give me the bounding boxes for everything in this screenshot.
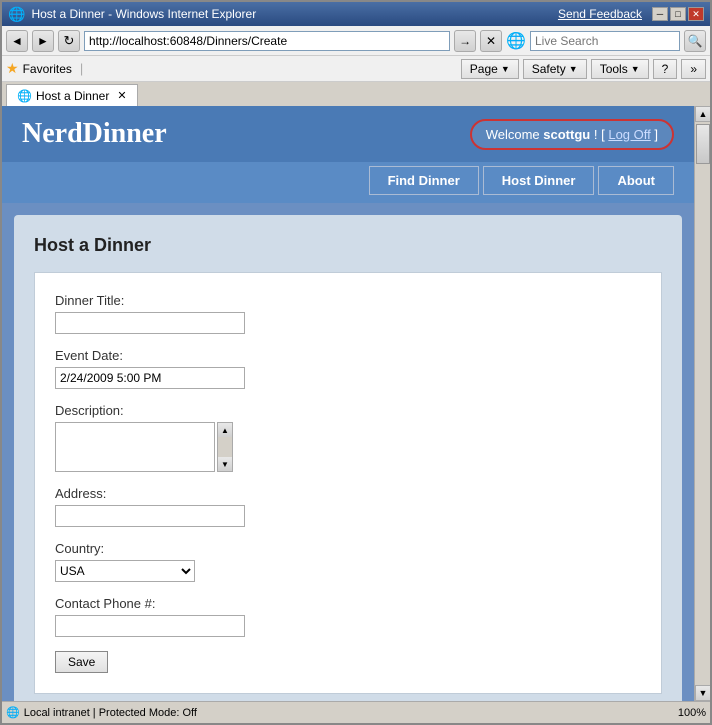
contact-phone-input[interactable] bbox=[55, 615, 245, 637]
logout-link[interactable]: Log Off bbox=[608, 127, 650, 142]
main-content: NerdDinner Welcome scottgu ! [ Log Off ] bbox=[2, 106, 694, 701]
search-button[interactable]: 🔍 bbox=[684, 30, 706, 52]
help-icon: ? bbox=[662, 62, 669, 76]
back-button[interactable]: ◄ bbox=[6, 30, 28, 52]
welcome-box: Welcome scottgu ! [ Log Off ] bbox=[470, 119, 674, 150]
browser-tab-label: Host a Dinner bbox=[36, 89, 109, 103]
description-input[interactable] bbox=[55, 422, 215, 472]
tab-bar: 🌐 Host a Dinner ✕ bbox=[2, 82, 710, 106]
dinner-title-group: Dinner Title: bbox=[55, 293, 641, 334]
zone-text: Local intranet | Protected Mode: Off bbox=[24, 707, 197, 719]
forward-button[interactable]: ► bbox=[32, 30, 54, 52]
page-arrow-icon: ▼ bbox=[501, 64, 510, 74]
scroll-down-button[interactable]: ▼ bbox=[695, 685, 710, 701]
tab-close-icon[interactable]: ✕ bbox=[117, 89, 126, 102]
address-group: Address: bbox=[55, 486, 641, 527]
form-title: Host a Dinner bbox=[34, 235, 662, 256]
contact-phone-label: Contact Phone #: bbox=[55, 596, 641, 611]
textarea-scroll-down-btn[interactable]: ▼ bbox=[218, 457, 232, 471]
dinner-title-label: Dinner Title: bbox=[55, 293, 641, 308]
minimize-button[interactable]: ─ bbox=[652, 7, 668, 21]
nav-tabs-bar: Find Dinner Host Dinner About bbox=[2, 162, 694, 203]
form-container: Host a Dinner Dinner Title: Event Date: bbox=[14, 215, 682, 701]
bracket-close: ] bbox=[654, 127, 658, 142]
welcome-text: Welcome bbox=[486, 127, 540, 142]
find-dinner-tab[interactable]: Find Dinner bbox=[369, 166, 479, 195]
refresh-button[interactable]: ↻ bbox=[58, 30, 80, 52]
scroll-track[interactable] bbox=[695, 122, 710, 685]
about-tab[interactable]: About bbox=[598, 166, 674, 195]
safety-button[interactable]: Safety ▼ bbox=[523, 59, 587, 79]
address-input[interactable] bbox=[84, 31, 450, 51]
close-button[interactable]: ✕ bbox=[688, 7, 704, 21]
favorites-bar: ★ Favorites | Page ▼ Safety ▼ Tools ▼ ? bbox=[2, 56, 710, 82]
address-bar: ◄ ► ↻ → ✕ 🌐 🔍 bbox=[2, 26, 710, 56]
exclamation: ! bbox=[594, 127, 598, 142]
safety-label: Safety bbox=[532, 62, 566, 76]
help-button[interactable]: ? bbox=[653, 59, 678, 79]
contact-phone-group: Contact Phone #: bbox=[55, 596, 641, 637]
address-label: Address: bbox=[55, 486, 641, 501]
tools-arrow-icon: ▼ bbox=[631, 64, 640, 74]
ie-logo: 🌐 bbox=[506, 31, 526, 51]
status-bar: 🌐 Local intranet | Protected Mode: Off 1… bbox=[2, 701, 710, 723]
tab-ie-icon: 🌐 bbox=[17, 89, 32, 103]
favorites-label[interactable]: Favorites bbox=[23, 62, 72, 76]
event-date-input[interactable] bbox=[55, 367, 245, 389]
browser-tab[interactable]: 🌐 Host a Dinner ✕ bbox=[6, 84, 138, 106]
main-scrollbar: ▲ ▼ bbox=[694, 106, 710, 701]
description-label: Description: bbox=[55, 403, 641, 418]
event-date-label: Event Date: bbox=[55, 348, 641, 363]
host-dinner-tab[interactable]: Host Dinner bbox=[483, 166, 595, 195]
zone-icon: 🌐 bbox=[6, 706, 20, 719]
stop-button[interactable]: ✕ bbox=[480, 30, 502, 52]
window-title: Host a Dinner - Windows Internet Explore… bbox=[31, 7, 256, 21]
go-button[interactable]: → bbox=[454, 30, 476, 52]
address-input[interactable] bbox=[55, 505, 245, 527]
page-button[interactable]: Page ▼ bbox=[461, 59, 519, 79]
safety-arrow-icon: ▼ bbox=[569, 64, 578, 74]
dinner-title-input[interactable] bbox=[55, 312, 245, 334]
description-group: Description: ▲ ▼ bbox=[55, 403, 641, 472]
tools-button[interactable]: Tools ▼ bbox=[591, 59, 649, 79]
zoom-badge: 100% bbox=[678, 707, 706, 719]
form-inner: Dinner Title: Event Date: Description: bbox=[34, 272, 662, 694]
event-date-group: Event Date: bbox=[55, 348, 641, 389]
username: scottgu bbox=[543, 127, 590, 142]
more-button[interactable]: » bbox=[681, 59, 706, 79]
divider: | bbox=[80, 61, 83, 76]
send-feedback-link[interactable]: Send Feedback bbox=[558, 7, 642, 21]
country-select[interactable]: USA UK Canada Australia bbox=[55, 560, 195, 582]
title-bar: 🌐 Host a Dinner - Windows Internet Explo… bbox=[2, 2, 710, 26]
page-label: Page bbox=[470, 62, 498, 76]
tools-label: Tools bbox=[600, 62, 628, 76]
scroll-thumb[interactable] bbox=[696, 124, 710, 164]
favorites-star-icon: ★ bbox=[6, 60, 19, 77]
scroll-up-button[interactable]: ▲ bbox=[695, 106, 710, 122]
country-group: Country: USA UK Canada Australia bbox=[55, 541, 641, 582]
app-title: NerdDinner bbox=[22, 118, 167, 150]
country-label: Country: bbox=[55, 541, 641, 556]
ie-icon: 🌐 bbox=[8, 6, 25, 23]
app-header: NerdDinner Welcome scottgu ! [ Log Off ] bbox=[2, 106, 694, 162]
textarea-scrollbar: ▲ ▼ bbox=[217, 422, 233, 472]
search-input[interactable] bbox=[530, 31, 680, 51]
textarea-scroll-up-btn[interactable]: ▲ bbox=[218, 423, 232, 437]
textarea-scroll-track bbox=[218, 437, 232, 457]
maximize-button[interactable]: □ bbox=[670, 7, 686, 21]
save-button[interactable]: Save bbox=[55, 651, 108, 673]
